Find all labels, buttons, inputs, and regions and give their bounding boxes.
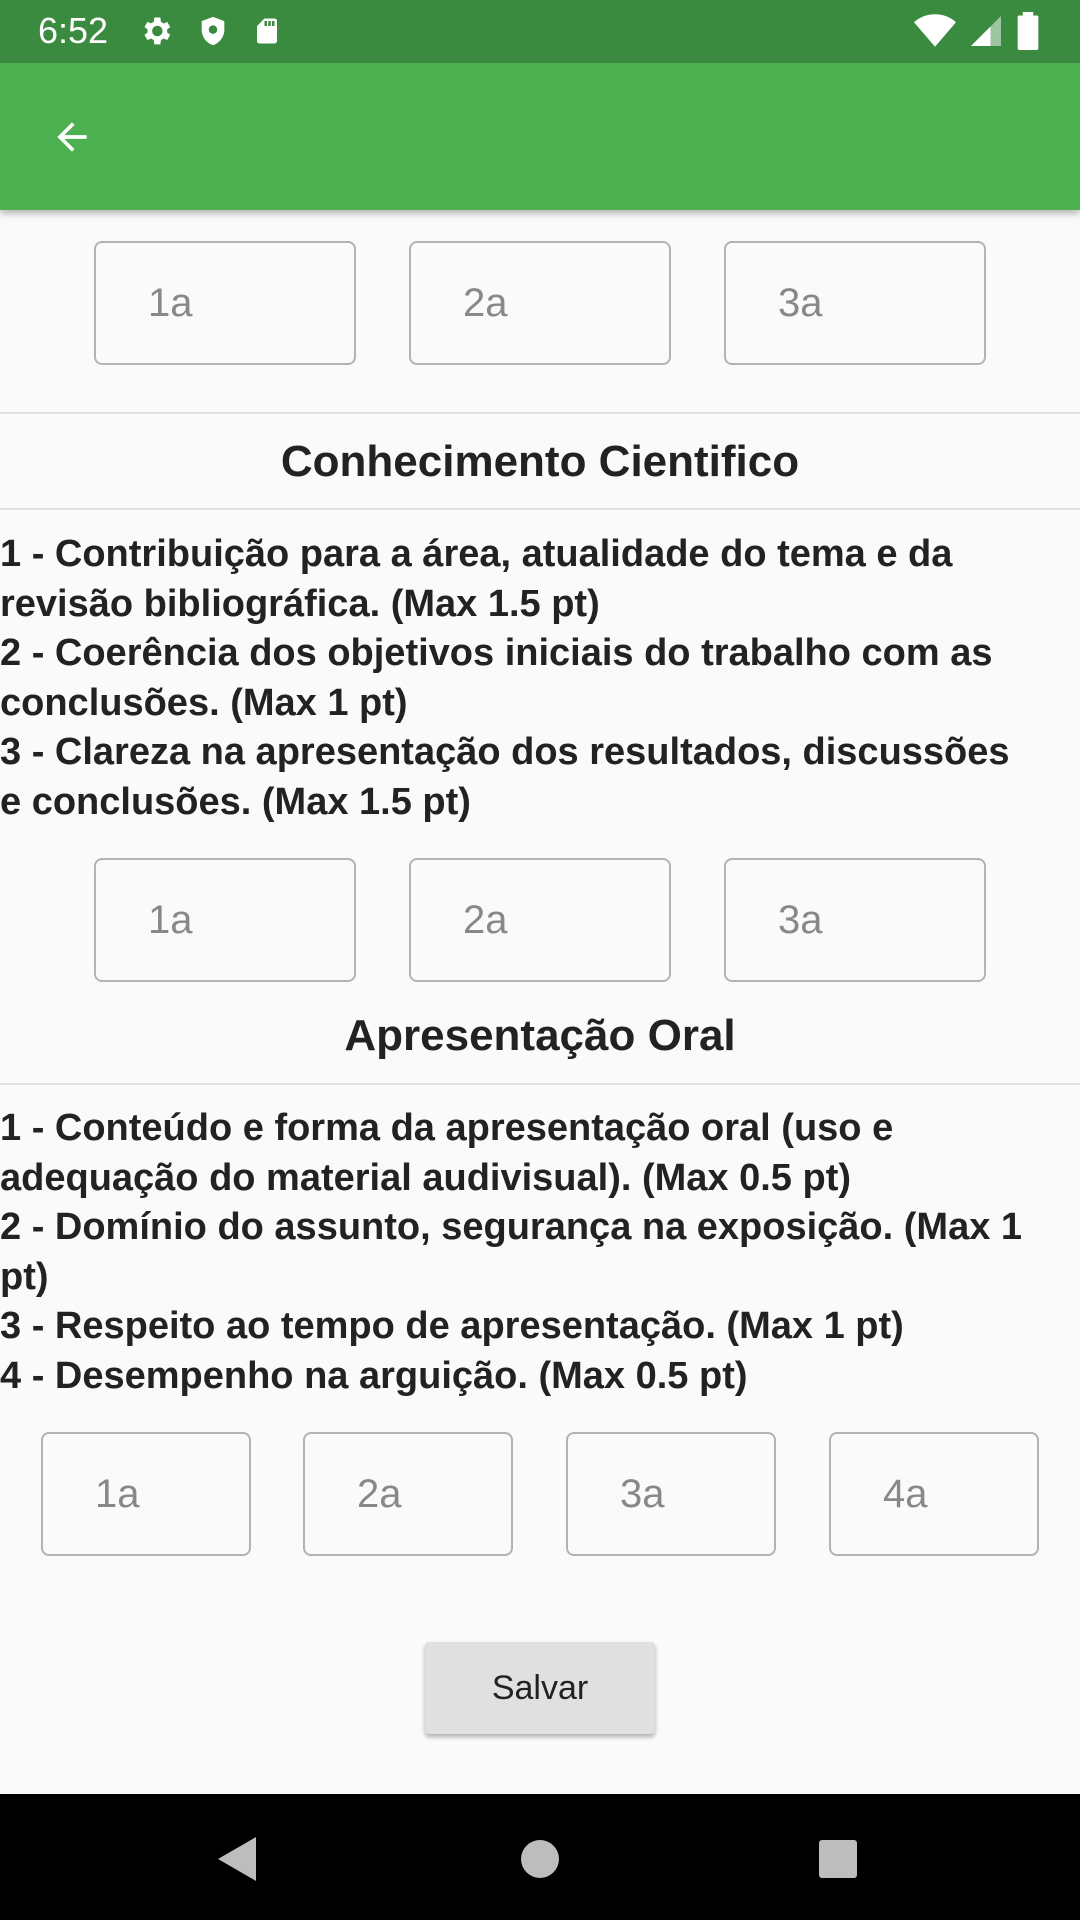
- arrow-back-icon: [57, 122, 87, 152]
- criteria-text-cientifico: 1 - Contribuição para a área, atualidade…: [0, 530, 1080, 827]
- criteria-line: 3 - Respeito ao tempo de apresentação. (…: [0, 1305, 904, 1347]
- score-field-previous-3a[interactable]: [724, 241, 986, 365]
- divider: [0, 508, 1080, 510]
- score-field-previous-1a[interactable]: [94, 241, 356, 365]
- criteria-line: pt): [0, 1255, 49, 1298]
- score-field-cientifico-2a[interactable]: [409, 858, 671, 982]
- wifi-icon: [914, 13, 956, 54]
- score-field-oral-3a[interactable]: [566, 1432, 776, 1556]
- signal-icon: [968, 13, 1004, 54]
- status-bar: 6:52: [0, 0, 1080, 63]
- back-triangle-icon: [218, 1837, 256, 1881]
- evaluation-form[interactable]: Conhecimento Cientifico 1 - Contribuição…: [0, 210, 1080, 1794]
- criteria-line: revisão bibliográfica. (Max 1.5 pt): [0, 582, 600, 625]
- battery-icon: [1016, 12, 1040, 55]
- score-field-oral-1a[interactable]: [41, 1432, 251, 1556]
- criteria-line: 1 - Contribuição para a área, atualidade…: [0, 533, 953, 575]
- section-title-oral: Apresentação Oral: [344, 1011, 736, 1060]
- recents-square-icon: [819, 1840, 857, 1878]
- save-button[interactable]: Salvar: [425, 1642, 655, 1734]
- score-field-oral-2a[interactable]: [303, 1432, 513, 1556]
- settings-icon: [138, 12, 174, 55]
- score-field-oral-4a[interactable]: [829, 1432, 1039, 1556]
- score-field-cientifico-3a[interactable]: [724, 858, 986, 982]
- navigation-bar: [0, 1794, 1080, 1920]
- criteria-line: adequação do material audivisual). (Max …: [0, 1156, 852, 1199]
- shield-icon: [196, 12, 230, 55]
- sd-card-icon: [252, 12, 282, 55]
- nav-recents-button[interactable]: [808, 1829, 868, 1889]
- criteria-text-oral: 1 - Conteúdo e forma da apresentação ora…: [0, 1104, 1080, 1401]
- home-circle-icon: [521, 1840, 559, 1878]
- score-field-cientifico-1a[interactable]: [94, 858, 356, 982]
- divider: [0, 1083, 1080, 1085]
- criteria-line: 2 - Domínio do assunto, segurança na exp…: [0, 1206, 1023, 1248]
- divider: [0, 412, 1080, 414]
- section-title-cientifico: Conhecimento Cientifico: [280, 437, 800, 486]
- partial-cut-text: [0, 210, 1080, 222]
- criteria-line: e conclusões. (Max 1.5 pt): [0, 780, 471, 823]
- criteria-line: 4 - Desempenho na arguição. (Max 0.5 pt): [0, 1354, 748, 1397]
- back-button[interactable]: [36, 108, 108, 166]
- nav-back-button[interactable]: [208, 1829, 268, 1889]
- app-bar: [0, 63, 1080, 210]
- score-field-previous-2a[interactable]: [409, 241, 671, 365]
- criteria-line: 1 - Conteúdo e forma da apresentação ora…: [0, 1107, 894, 1149]
- nav-home-button[interactable]: [510, 1829, 570, 1889]
- criteria-line: 2 - Coerência dos objetivos iniciais do …: [0, 632, 993, 674]
- status-time: 6:52: [38, 10, 109, 51]
- criteria-line: 3 - Clareza na apresentação dos resultad…: [0, 731, 1010, 773]
- criteria-line: conclusões. (Max 1 pt): [0, 681, 408, 724]
